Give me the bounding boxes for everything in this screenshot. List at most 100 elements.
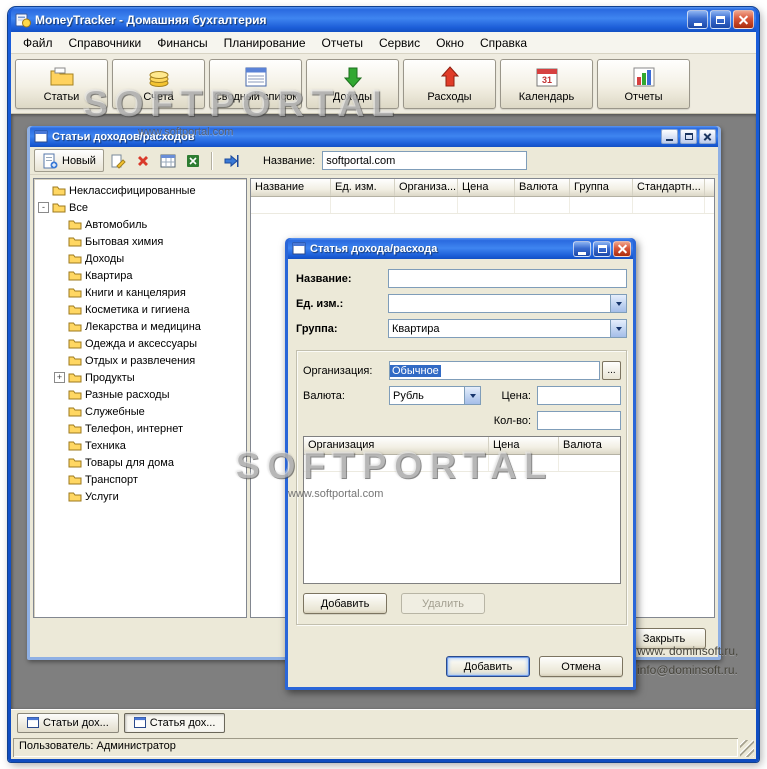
- submit-button[interactable]: Добавить: [446, 656, 530, 677]
- tree-item[interactable]: Лекарства и медицина: [34, 318, 246, 335]
- price-input[interactable]: [537, 386, 621, 405]
- name-filter-input[interactable]: [322, 151, 528, 170]
- unit-combo[interactable]: [388, 294, 627, 313]
- column-header[interactable]: Цена: [489, 437, 559, 454]
- export-excel-button[interactable]: [182, 150, 204, 172]
- new-document-icon: [42, 153, 58, 169]
- chevron-down-icon[interactable]: [464, 387, 480, 404]
- tree-item[interactable]: Книги и канцелярия: [34, 284, 246, 301]
- column-header[interactable]: Группа: [570, 179, 633, 196]
- tree-item[interactable]: Телефон, интернет: [34, 420, 246, 437]
- toolbar-articles-button[interactable]: Статьи: [15, 58, 108, 109]
- tree-item[interactable]: Доходы: [34, 250, 246, 267]
- delete-organization-button[interactable]: Удалить: [401, 593, 485, 614]
- tree-item[interactable]: Одежда и аксессуары: [34, 335, 246, 352]
- main-titlebar[interactable]: MoneyTracker - Домашняя бухгалтерия: [11, 7, 756, 32]
- delete-button[interactable]: [132, 150, 154, 172]
- menu-finances[interactable]: Финансы: [149, 33, 215, 53]
- close-button[interactable]: [733, 10, 754, 29]
- organization-field[interactable]: Обычное: [389, 361, 600, 380]
- tree-item[interactable]: Отдых и развлечения: [34, 352, 246, 369]
- column-header[interactable]: Валюта: [515, 179, 570, 196]
- minimize-icon: [666, 138, 673, 141]
- group-combo[interactable]: Квартира: [388, 319, 627, 338]
- column-header[interactable]: Организа...: [395, 179, 458, 196]
- table-cell[interactable]: [304, 455, 489, 471]
- column-header[interactable]: Ед. изм.: [331, 179, 395, 196]
- edit-button[interactable]: [107, 150, 129, 172]
- tree-expander[interactable]: -: [38, 202, 49, 213]
- new-button[interactable]: Новый: [34, 149, 104, 172]
- tree-expander[interactable]: +: [54, 372, 65, 383]
- child-minimize-button[interactable]: [661, 129, 678, 144]
- tree-item[interactable]: Неклассифицированные: [34, 182, 246, 199]
- table-cell[interactable]: [251, 197, 331, 213]
- toolbar-income-button[interactable]: Доходы: [306, 58, 399, 109]
- tree-item[interactable]: Транспорт: [34, 471, 246, 488]
- currency-combo-value: Рубль: [393, 389, 424, 402]
- transfer-button[interactable]: [220, 150, 242, 172]
- menu-references[interactable]: Справочники: [61, 33, 150, 53]
- minimize-button[interactable]: [687, 10, 708, 29]
- child-close-button[interactable]: [699, 129, 716, 144]
- table-cell[interactable]: [570, 197, 633, 213]
- tab-article-dialog[interactable]: Статья дох...: [123, 712, 226, 733]
- column-header[interactable]: Цена: [458, 179, 515, 196]
- tree-item[interactable]: Квартира: [34, 267, 246, 284]
- quantity-input[interactable]: [537, 411, 621, 430]
- menu-file[interactable]: Файл: [15, 33, 61, 53]
- dialog-close-button[interactable]: [613, 240, 631, 257]
- add-organization-button[interactable]: Добавить: [303, 593, 387, 614]
- table-cell[interactable]: [331, 197, 395, 213]
- tree-item[interactable]: Служебные: [34, 403, 246, 420]
- table-cell[interactable]: [489, 455, 559, 471]
- tree-item[interactable]: Услуги: [34, 488, 246, 505]
- dialog-minimize-button[interactable]: [573, 240, 591, 257]
- menu-planning[interactable]: Планирование: [216, 33, 314, 53]
- menu-window[interactable]: Окно: [428, 33, 472, 53]
- tree-item[interactable]: Товары для дома: [34, 454, 246, 471]
- currency-combo[interactable]: Рубль: [389, 386, 481, 405]
- toolbar-calendar-button[interactable]: 31 Календарь: [500, 58, 593, 109]
- maximize-button[interactable]: [710, 10, 731, 29]
- chevron-down-icon[interactable]: [610, 295, 626, 312]
- column-header[interactable]: Валюта: [559, 437, 620, 454]
- table-cell[interactable]: [395, 197, 458, 213]
- selected-row[interactable]: [304, 455, 620, 472]
- column-header[interactable]: Организация: [304, 437, 489, 454]
- column-header[interactable]: Название: [251, 179, 331, 196]
- tree-item[interactable]: Бытовая химия: [34, 233, 246, 250]
- tree-item[interactable]: Косметика и гигиена: [34, 301, 246, 318]
- table-cell[interactable]: [515, 197, 570, 213]
- cancel-button[interactable]: Отмена: [539, 656, 623, 677]
- dialog-maximize-button[interactable]: [593, 240, 611, 257]
- column-header[interactable]: Стандартн...: [633, 179, 705, 196]
- articles-titlebar[interactable]: Статьи доходов/расходов: [30, 126, 718, 147]
- child-restore-button[interactable]: [680, 129, 697, 144]
- table-cell[interactable]: [633, 197, 705, 213]
- tab-articles-list[interactable]: Статьи дох...: [17, 712, 119, 733]
- toolbar-reports-button[interactable]: Отчеты: [597, 58, 690, 109]
- menu-service[interactable]: Сервис: [371, 33, 428, 53]
- organization-browse-button[interactable]: ...: [602, 361, 621, 380]
- tree-item[interactable]: Автомобиль: [34, 216, 246, 233]
- dialog-titlebar[interactable]: Статья дохода/расхода: [288, 238, 633, 259]
- close-icon: [617, 243, 628, 254]
- tree-item[interactable]: Техника: [34, 437, 246, 454]
- toolbar-accounts-button[interactable]: Счета: [112, 58, 205, 109]
- resize-grip[interactable]: [740, 740, 754, 757]
- window-title: MoneyTracker - Домашняя бухгалтерия: [35, 12, 267, 27]
- menu-reports[interactable]: Отчеты: [314, 33, 371, 53]
- tree-item[interactable]: + Продукты: [34, 369, 246, 386]
- toolbar-expense-button[interactable]: Расходы: [403, 58, 496, 109]
- dialog-name-input[interactable]: [388, 269, 627, 288]
- menu-help[interactable]: Справка: [472, 33, 535, 53]
- table-view-button[interactable]: [157, 150, 179, 172]
- chevron-down-icon[interactable]: [610, 320, 626, 337]
- toolbar-summary-list-button[interactable]: Сводный список: [209, 58, 302, 109]
- selected-row[interactable]: [251, 197, 714, 214]
- table-cell[interactable]: [458, 197, 515, 213]
- tree-item[interactable]: - Все: [34, 199, 246, 216]
- tree-item[interactable]: Разные расходы: [34, 386, 246, 403]
- table-cell[interactable]: [559, 455, 620, 471]
